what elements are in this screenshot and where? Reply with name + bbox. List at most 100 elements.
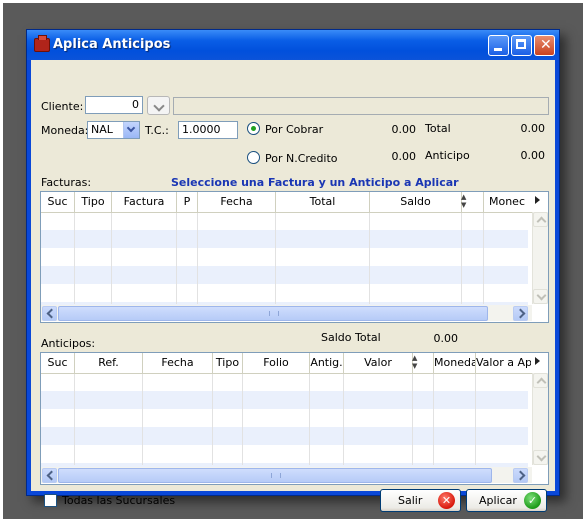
col-header[interactable]: P xyxy=(177,192,198,212)
table-row[interactable] xyxy=(41,266,528,284)
facturas-vertical-scrollbar[interactable] xyxy=(532,212,548,304)
column-divider xyxy=(475,373,476,465)
col-header[interactable]: Valor xyxy=(344,353,413,373)
anticipos-label: Anticipos: xyxy=(41,337,96,350)
cliente-input[interactable]: 0 xyxy=(85,96,143,114)
moneda-select[interactable]: NAL xyxy=(87,121,140,139)
todas-sucursales-checkbox[interactable] xyxy=(44,494,57,507)
col-header[interactable]: Factura xyxy=(112,192,177,212)
chevron-down-icon xyxy=(536,451,547,462)
cliente-lookup-button[interactable] xyxy=(147,96,170,115)
salir-label: Salir xyxy=(398,494,423,507)
cliente-label: Cliente: xyxy=(41,100,84,113)
col-header[interactable]: Folio xyxy=(243,353,310,373)
anticipo-value: 0.00 xyxy=(520,149,546,162)
saldo-total-value: 0.00 xyxy=(433,332,459,345)
facturas-label: Facturas: xyxy=(41,176,92,189)
column-divider xyxy=(111,212,112,304)
close-icon: ✕ xyxy=(540,37,552,53)
facturas-header: Suc Tipo Factura P Fecha Total Saldo Mon… xyxy=(41,192,548,213)
chevron-right-icon xyxy=(515,308,526,319)
chevron-down-icon xyxy=(123,122,139,138)
scroll-columns-right-icon[interactable] xyxy=(535,357,540,365)
aplicar-button[interactable]: Aplicar ✓ xyxy=(466,489,547,512)
aplicar-label: Aplicar xyxy=(479,494,517,507)
column-divider xyxy=(412,373,413,465)
scroll-thumb[interactable] xyxy=(58,306,488,321)
check-icon: ✓ xyxy=(524,492,541,509)
moneda-label: Moneda: xyxy=(41,124,89,137)
table-row[interactable] xyxy=(41,391,528,409)
por-cobrar-amount: 0.00 xyxy=(391,123,417,136)
tc-input[interactable]: 1.0000 xyxy=(178,121,238,139)
scroll-right-button[interactable] xyxy=(513,306,528,321)
column-divider xyxy=(275,212,276,304)
sort-icon[interactable]: ▲ ▼ xyxy=(412,354,417,370)
col-header[interactable]: Fecha xyxy=(143,353,213,373)
facturas-horizontal-scrollbar[interactable] xyxy=(41,305,532,321)
title-bar[interactable]: Aplica Anticipos ✕ xyxy=(27,30,559,60)
scroll-right-button[interactable] xyxy=(513,468,528,483)
scroll-down-button[interactable] xyxy=(533,450,548,465)
col-header[interactable]: Fecha xyxy=(198,192,276,212)
column-divider xyxy=(369,212,370,304)
col-header[interactable]: Monec xyxy=(484,192,530,212)
por-ncredito-label: Por N.Credito xyxy=(265,152,338,165)
anticipo-label: Anticipo xyxy=(425,149,470,162)
scroll-columns-right-icon[interactable] xyxy=(535,196,540,204)
col-header[interactable]: Tipo xyxy=(75,192,112,212)
por-ncredito-radio[interactable] xyxy=(247,151,260,164)
col-header[interactable]: Saldo xyxy=(370,192,462,212)
column-divider xyxy=(142,373,143,465)
col-header[interactable]: Ref. xyxy=(75,353,143,373)
scroll-up-button[interactable] xyxy=(533,212,548,227)
por-ncredito-amount: 0.00 xyxy=(391,150,417,163)
col-header[interactable]: Tipo xyxy=(213,353,243,373)
scroll-left-button[interactable] xyxy=(42,306,57,321)
column-divider xyxy=(483,212,484,304)
chevron-right-icon xyxy=(515,470,526,481)
col-header[interactable]: Moneda xyxy=(434,353,476,373)
col-header[interactable]: Total xyxy=(276,192,370,212)
chevron-down-icon xyxy=(536,290,547,301)
dialog-body: Cliente: 0 Moneda: NAL T.C.: 1.0000 Por … xyxy=(31,60,555,512)
column-divider xyxy=(197,212,198,304)
grip-icon xyxy=(271,473,281,478)
facturas-table[interactable]: Suc Tipo Factura P Fecha Total Saldo Mon… xyxy=(40,191,549,323)
saldo-total-label: Saldo Total xyxy=(321,331,381,344)
chevron-up-icon xyxy=(536,216,547,227)
col-header[interactable]: Suc xyxy=(41,192,75,212)
column-divider xyxy=(176,212,177,304)
app-icon xyxy=(34,35,50,52)
scroll-up-button[interactable] xyxy=(533,373,548,388)
anticipos-horizontal-scrollbar[interactable] xyxy=(41,467,532,483)
scroll-down-button[interactable] xyxy=(533,289,548,304)
window-title: Aplica Anticipos xyxy=(53,37,171,52)
dialog-window: Aplica Anticipos ✕ Cliente: 0 Moneda: NA… xyxy=(26,29,560,512)
cancel-icon: ✕ xyxy=(438,492,455,509)
maximize-button[interactable] xyxy=(511,35,532,56)
minimize-button[interactable] xyxy=(488,35,509,56)
scroll-left-button[interactable] xyxy=(42,468,57,483)
column-divider xyxy=(74,212,75,304)
close-button[interactable]: ✕ xyxy=(534,35,555,56)
anticipos-header: Suc Ref. Fecha Tipo Folio Antig. Valor M… xyxy=(41,353,548,374)
sort-icon[interactable]: ▲ ▼ xyxy=(461,193,466,209)
col-header[interactable]: Valor a Apl xyxy=(476,353,531,373)
column-divider xyxy=(461,212,462,304)
column-divider xyxy=(309,373,310,465)
salir-button[interactable]: Salir ✕ xyxy=(380,489,461,512)
col-header[interactable]: Suc xyxy=(41,353,75,373)
por-cobrar-radio[interactable] xyxy=(247,122,260,135)
total-label: Total xyxy=(425,122,451,135)
table-row[interactable] xyxy=(41,230,528,248)
table-row[interactable] xyxy=(41,427,528,445)
por-cobrar-label: Por Cobrar xyxy=(265,123,324,136)
col-header[interactable]: Antig. xyxy=(310,353,344,373)
moneda-value: NAL xyxy=(91,123,113,136)
chevron-left-icon xyxy=(46,308,57,319)
scroll-thumb[interactable] xyxy=(58,468,492,483)
anticipos-table[interactable]: Suc Ref. Fecha Tipo Folio Antig. Valor M… xyxy=(40,352,549,485)
anticipos-vertical-scrollbar[interactable] xyxy=(532,373,548,465)
tc-label: T.C.: xyxy=(145,124,169,137)
